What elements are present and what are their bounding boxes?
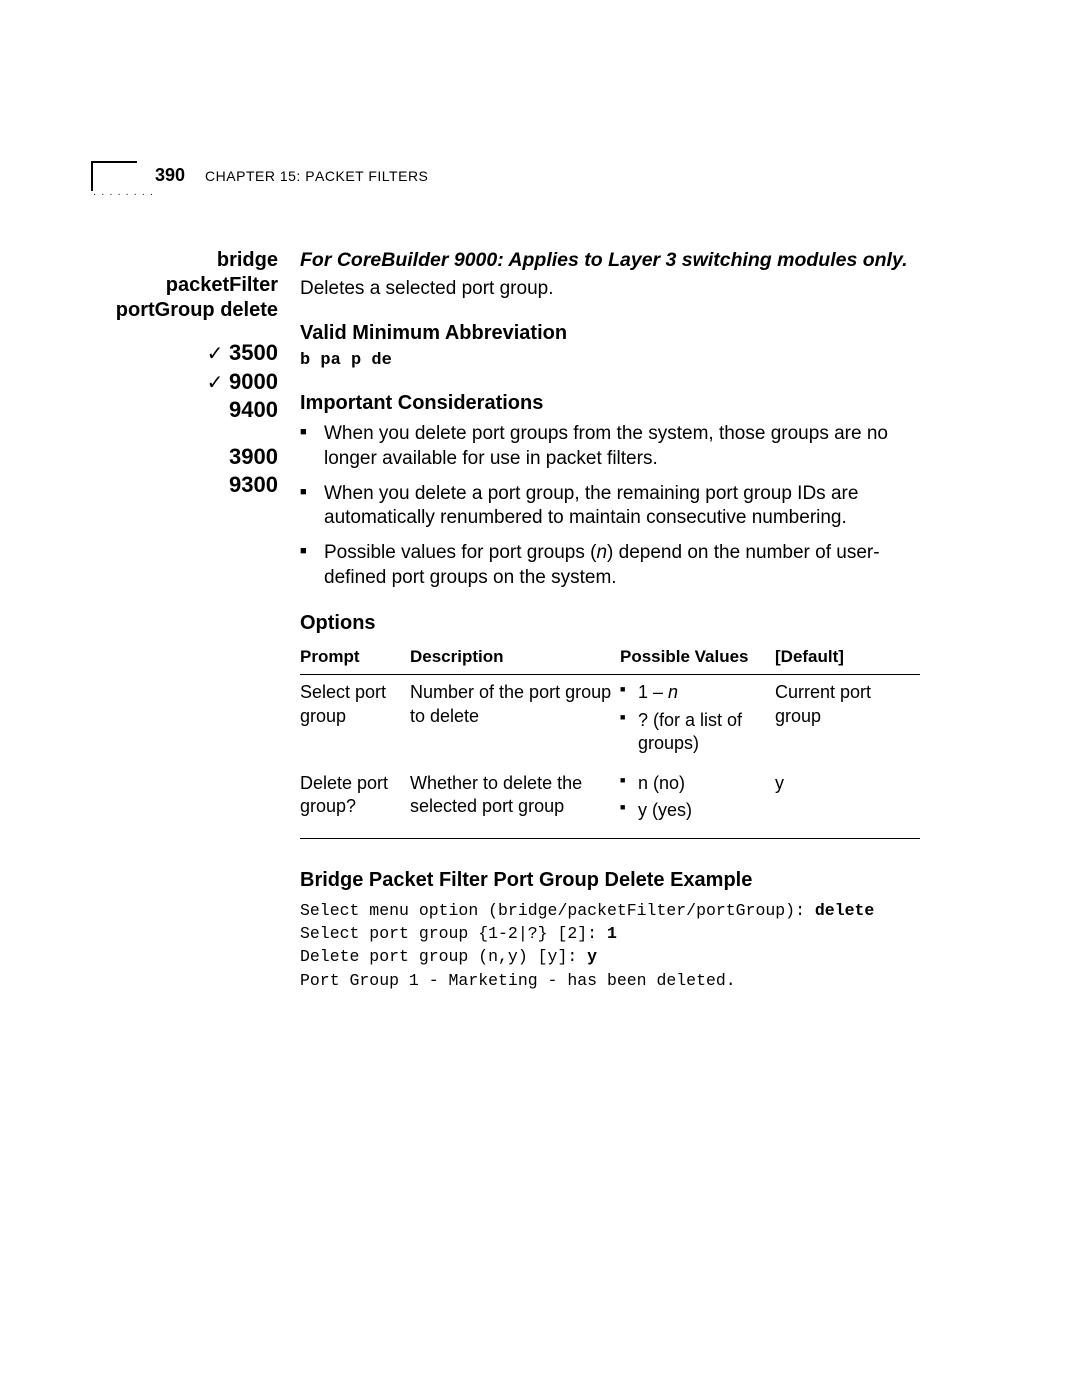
model-9400: 9400 <box>100 396 278 425</box>
page-number: 390 <box>155 165 185 186</box>
model-3500: ✓3500 <box>100 339 278 368</box>
document-page: · · · · · · · · 390 CHAPTER 15: PACKET F… <box>0 0 1080 992</box>
cell-values: 1 – n ? (for a list of groups) <box>620 675 775 766</box>
main-content: bridge packetFilter portGroup delete ✓35… <box>100 248 950 992</box>
abbrev-heading: Valid Minimum Abbreviation <box>300 320 920 346</box>
cell-desc: Number of the port group to delete <box>410 675 620 766</box>
cell-desc: Whether to delete the selected port grou… <box>410 766 620 839</box>
chapter-label: CHAPTER 15: PACKET FILTERS <box>205 168 428 184</box>
abbrev-text: b pa p de <box>300 350 920 372</box>
considerations-heading: Important Considerations <box>300 390 920 416</box>
command-line-1: bridge packetFilter <box>100 248 278 298</box>
check-icon: ✓ <box>204 341 226 367</box>
example-output: Select menu option (bridge/packetFilter/… <box>300 899 920 991</box>
cell-prompt: Select port group <box>300 675 410 766</box>
model-3900: 3900 <box>100 443 278 472</box>
consideration-item: When you delete port groups from the sys… <box>300 422 920 471</box>
options-table: Prompt Description Possible Values [Defa… <box>300 642 920 839</box>
example-heading: Bridge Packet Filter Port Group Delete E… <box>300 867 920 893</box>
model-9300: 9300 <box>100 471 278 500</box>
table-row: Delete port group? Whether to delete the… <box>300 766 920 839</box>
cell-default: Current port group <box>775 675 920 766</box>
model-support-list: ✓3500 ✓9000 9400 3900 9300 <box>100 339 278 500</box>
consideration-item: When you delete a port group, the remain… <box>300 482 920 531</box>
page-header: · · · · · · · · 390 CHAPTER 15: PACKET F… <box>100 165 950 186</box>
col-values: Possible Values <box>620 642 775 675</box>
check-icon: ✓ <box>204 370 226 396</box>
table-row: Select port group Number of the port gro… <box>300 675 920 766</box>
considerations-list: When you delete port groups from the sys… <box>300 422 920 590</box>
intro-text: Deletes a selected port group. <box>300 277 920 302</box>
cell-values: n (no) y (yes) <box>620 766 775 839</box>
command-line-2: portGroup delete <box>100 298 278 323</box>
command-name: bridge packetFilter portGroup delete <box>100 248 278 323</box>
col-prompt: Prompt <box>300 642 410 675</box>
options-heading: Options <box>300 610 920 636</box>
applies-note: For CoreBuilder 9000: Applies to Layer 3… <box>300 248 920 273</box>
model-9000: ✓9000 <box>100 368 278 397</box>
cell-default: y <box>775 766 920 839</box>
consideration-item: Possible values for port groups (n) depe… <box>300 541 920 590</box>
col-default: [Default] <box>775 642 920 675</box>
content-column: For CoreBuilder 9000: Applies to Layer 3… <box>300 248 950 992</box>
left-margin-column: bridge packetFilter portGroup delete ✓35… <box>100 248 300 992</box>
cell-prompt: Delete port group? <box>300 766 410 839</box>
table-header-row: Prompt Description Possible Values [Defa… <box>300 642 920 675</box>
col-description: Description <box>410 642 620 675</box>
